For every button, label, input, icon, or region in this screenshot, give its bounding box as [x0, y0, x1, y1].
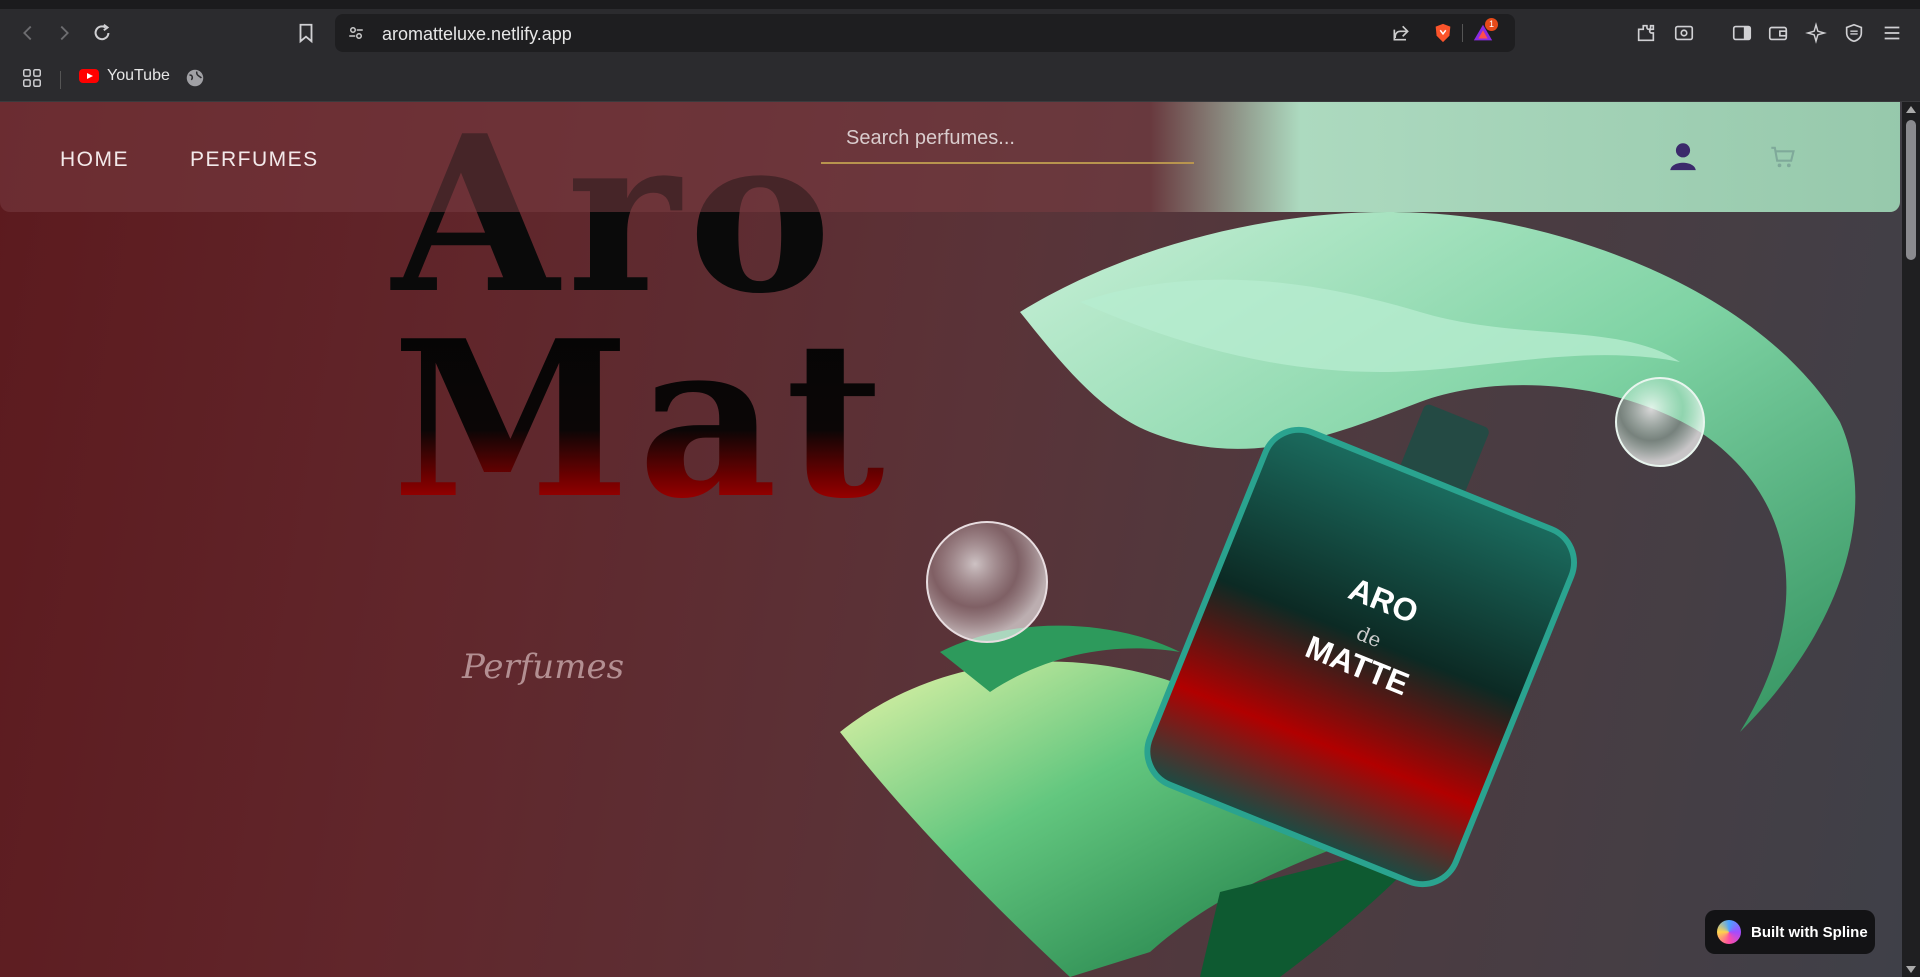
site-settings-icon[interactable] — [345, 22, 367, 44]
nav-link-home[interactable]: HOME — [60, 148, 129, 172]
reader-mode-icon[interactable] — [1672, 21, 1696, 45]
address-bar[interactable]: aromatteluxe.netlify.app 1 — [335, 14, 1515, 52]
search-input[interactable] — [821, 114, 1194, 164]
omnibox-divider — [1462, 24, 1463, 42]
bookmarks-bar: YouTube — [0, 57, 1920, 102]
sidebar-toggle-icon[interactable] — [1730, 21, 1754, 45]
page-scrollbar[interactable] — [1902, 102, 1920, 977]
cart-icon[interactable] — [1763, 136, 1803, 176]
rewards-badge: 1 — [1485, 18, 1498, 31]
bookmarks-divider — [60, 71, 61, 89]
page-viewport: Aro Mat Perfumes ARO de MATTE HOME PERFU… — [0, 102, 1902, 977]
reload-icon[interactable] — [90, 21, 114, 45]
hero-title-line2: Mat — [392, 293, 893, 546]
globe-icon[interactable] — [183, 66, 207, 90]
spline-scene[interactable]: ARO de MATTE — [820, 172, 1900, 977]
back-icon[interactable] — [16, 21, 40, 45]
spline-logo-icon — [1717, 920, 1741, 944]
wallet-icon[interactable] — [1766, 21, 1790, 45]
nav-link-perfumes[interactable]: PERFUMES — [190, 148, 319, 172]
extensions-icon[interactable] — [1634, 21, 1658, 45]
scroll-up-icon[interactable] — [1906, 106, 1916, 113]
url-text: aromatteluxe.netlify.app — [382, 24, 572, 44]
menu-icon[interactable] — [1880, 21, 1904, 45]
hero-subtitle: Perfumes — [462, 647, 625, 687]
apps-grid-icon[interactable] — [20, 66, 44, 90]
brave-rewards-icon[interactable]: 1 — [1472, 18, 1498, 44]
user-account-icon[interactable] — [1663, 136, 1703, 176]
share-icon[interactable] — [1390, 22, 1412, 44]
browser-toolbar: aromatteluxe.netlify.app 1 — [0, 9, 1920, 57]
scroll-down-icon[interactable] — [1906, 966, 1916, 973]
brave-shields-icon[interactable] — [1432, 22, 1454, 44]
spline-badge-label: Built with Spline — [1751, 923, 1868, 941]
vpn-icon[interactable] — [1842, 21, 1866, 45]
scroll-thumb[interactable] — [1906, 120, 1916, 260]
leo-ai-icon[interactable] — [1804, 21, 1828, 45]
youtube-icon — [79, 69, 99, 83]
built-with-spline-badge[interactable]: Built with Spline — [1705, 910, 1875, 954]
bubble-left — [926, 521, 1048, 643]
bookmark-youtube[interactable]: YouTube — [79, 67, 170, 85]
bubble-right — [1615, 377, 1705, 467]
window-top-strip — [0, 0, 1920, 9]
site-navbar: HOME PERFUMES — [0, 102, 1900, 212]
bookmark-icon[interactable] — [294, 21, 318, 45]
bookmark-label: YouTube — [107, 67, 170, 84]
forward-icon[interactable] — [52, 21, 76, 45]
